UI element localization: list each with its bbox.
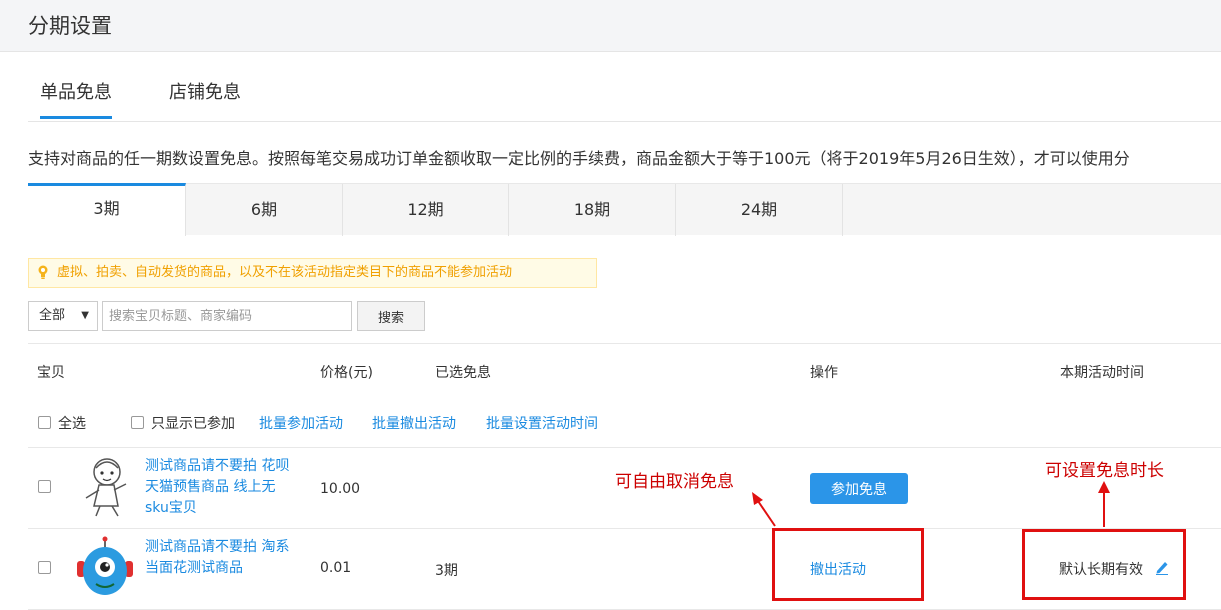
batch-actions-row: 全选 只显示已参加 批量参加活动 批量撤出活动 批量设置活动时间	[28, 398, 1221, 448]
annotation-box-withdraw	[772, 528, 924, 601]
only-joined-label: 只显示已参加	[151, 416, 235, 432]
batch-join-link[interactable]: 批量参加活动	[259, 413, 343, 433]
tab-period-3[interactable]: 3期	[28, 183, 186, 236]
description-text: 支持对商品的任一期数设置免息。按照每笔交易成功订单金额收取一定比例的手续费，商品…	[28, 149, 1130, 168]
batch-withdraw-link[interactable]: 批量撤出活动	[372, 413, 456, 433]
tab-period-24[interactable]: 24期	[676, 184, 843, 236]
annotation-box-time	[1022, 529, 1186, 600]
product-name-link[interactable]: 测试商品请不要拍 花呗天猫预售商品 线上无sku宝贝	[145, 456, 295, 519]
tab-shop-free-interest[interactable]: 店铺免息	[169, 78, 241, 116]
product-name-link[interactable]: 测试商品请不要拍 淘系当面花测试商品	[145, 537, 295, 579]
join-free-interest-button[interactable]: 参加免息	[810, 473, 908, 504]
main-tabs: 单品免息 店铺免息	[28, 68, 1221, 122]
lightbulb-icon	[38, 265, 48, 279]
annotation-duration-note: 可设置免息时长	[1045, 461, 1164, 481]
tab-period-18[interactable]: 18期	[509, 184, 676, 236]
header-action: 操作	[810, 365, 838, 381]
row-checkbox[interactable]	[38, 561, 51, 574]
header-price: 价格(元)	[320, 365, 373, 381]
header-item: 宝贝	[37, 365, 65, 381]
caret-down-icon: ▼	[81, 310, 89, 321]
warning-tip: 虚拟、拍卖、自动发货的商品，以及不在该活动指定类目下的商品不能参加活动	[28, 258, 597, 288]
row-checkbox[interactable]	[38, 480, 51, 493]
product-price: 0.01	[320, 560, 352, 576]
annotation-cancel-note: 可自由取消免息	[615, 472, 734, 492]
tab-period-12[interactable]: 12期	[343, 184, 509, 236]
select-all-checkbox[interactable]	[38, 416, 51, 429]
product-thumbnail	[77, 536, 133, 595]
search-input[interactable]	[102, 301, 352, 331]
chosen-period: 3期	[435, 563, 458, 579]
header-chosen: 已选免息	[435, 365, 491, 381]
select-value: 全部	[39, 308, 66, 323]
page-title: 分期设置	[28, 14, 112, 38]
table-header: 宝贝 价格(元) 已选免息 操作 本期活动时间	[28, 343, 1221, 398]
only-joined-checkbox[interactable]	[131, 416, 144, 429]
page-header: 分期设置	[0, 0, 1221, 52]
select-all-label: 全选	[58, 416, 86, 432]
period-tabs: 3期 6期 12期 18期 24期	[28, 183, 1221, 236]
tab-single-item-free-interest[interactable]: 单品免息	[40, 78, 112, 119]
tab-period-6[interactable]: 6期	[186, 184, 343, 236]
header-time: 本期活动时间	[1060, 365, 1144, 381]
product-thumbnail	[85, 458, 127, 517]
tip-text: 虚拟、拍卖、自动发货的商品，以及不在该活动指定类目下的商品不能参加活动	[57, 265, 513, 280]
product-price: 10.00	[320, 481, 361, 497]
search-button[interactable]: 搜索	[357, 301, 425, 331]
batch-set-time-link[interactable]: 批量设置活动时间	[486, 413, 598, 433]
category-select[interactable]: 全部 ▼	[28, 301, 98, 331]
